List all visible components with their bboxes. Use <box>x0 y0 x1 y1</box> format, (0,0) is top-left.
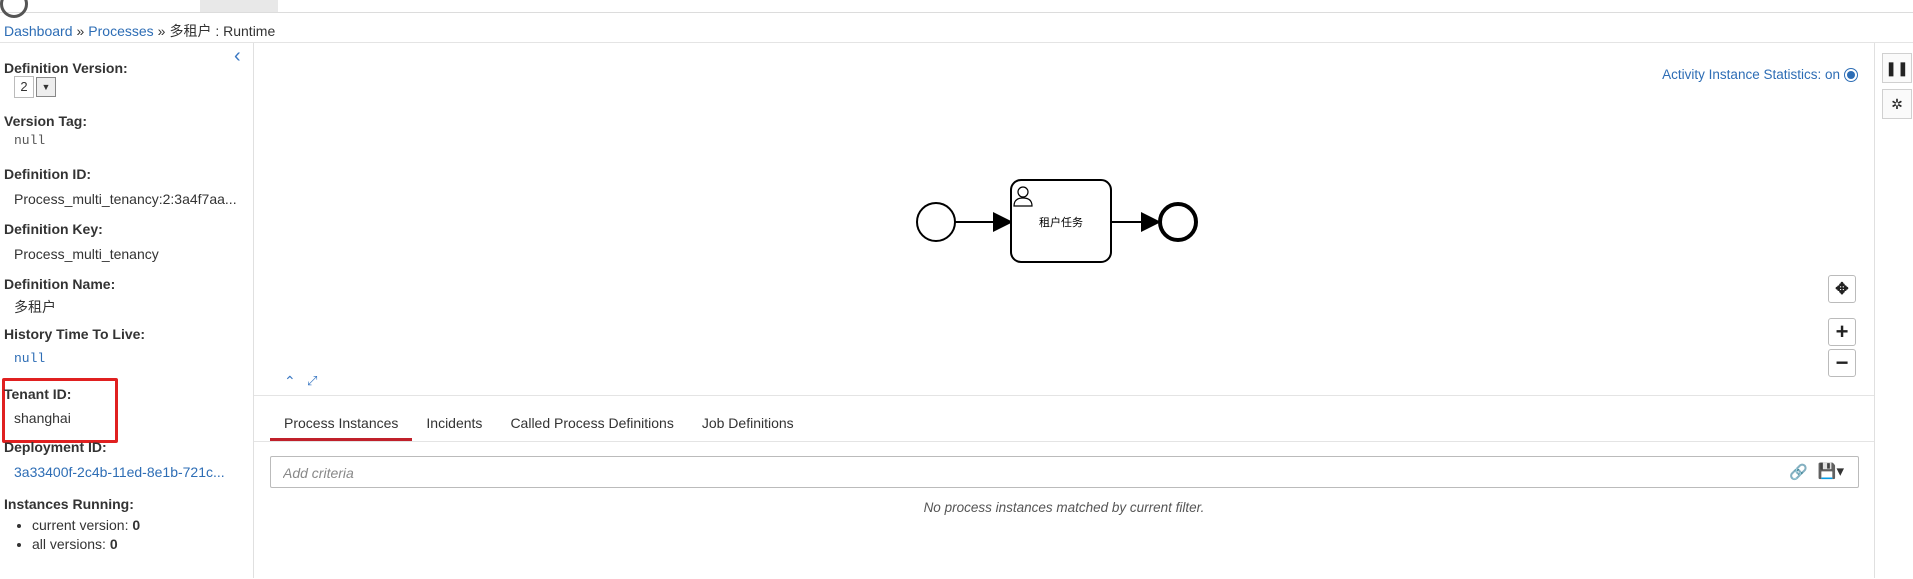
tabs-divider <box>254 441 1874 442</box>
version-tag-value: null <box>14 133 46 148</box>
zoom-out-button[interactable]: − <box>1828 349 1856 377</box>
breadcrumb-dashboard-link[interactable]: Dashboard <box>4 23 73 39</box>
breadcrumb: Dashboard» Processes» 多租户 : Runtime <box>4 21 275 41</box>
zoom-in-button[interactable]: + <box>1828 318 1856 346</box>
version-tag-label: Version Tag: <box>4 113 87 129</box>
deployment-id-link[interactable]: 3a33400f-2c4b-11ed-8e1b-721c... <box>14 464 225 480</box>
user-task-label: 租户任务 <box>1039 215 1083 229</box>
pause-icon[interactable]: ❚❚ <box>1882 53 1912 83</box>
chevron-up-icon[interactable]: ⌃ <box>284 373 296 390</box>
all-versions-label: all versions: <box>32 536 106 552</box>
tab-bar: Process Instances Incidents Called Proce… <box>270 408 808 441</box>
gear-icon[interactable]: ✲ <box>1882 89 1912 119</box>
definition-id-value: Process_multi_tenancy:2:3a4f7aa... <box>14 191 237 207</box>
reset-zoom-icon[interactable]: ✥ <box>1828 275 1856 303</box>
tenant-id-value: shanghai <box>14 410 71 426</box>
definition-version-label: Definition Version: <box>4 60 128 76</box>
tenant-id-label: Tenant ID: <box>4 386 72 402</box>
top-navbar <box>0 0 1913 18</box>
right-toolbar: ❚❚ ✲ <box>1874 43 1913 578</box>
tabs-panel: Process Instances Incidents Called Proce… <box>254 395 1874 579</box>
dropdown-caret-icon[interactable]: ▼ <box>36 77 56 97</box>
search-criteria-box[interactable]: 🔗 💾▾ <box>270 456 1859 489</box>
breadcrumb-processes-link[interactable]: Processes <box>88 23 153 39</box>
breadcrumb-separator: » <box>76 23 85 39</box>
collapse-sidebar-icon[interactable]: ‹ <box>234 45 241 68</box>
definition-version-value: 2 <box>14 76 34 98</box>
tab-incidents[interactable]: Incidents <box>412 408 496 438</box>
definition-id-label: Definition ID: <box>4 166 92 182</box>
definition-name-value: 多租户 <box>14 299 56 315</box>
tab-job-definitions[interactable]: Job Definitions <box>688 408 808 438</box>
list-item: current version: 0 <box>32 517 140 533</box>
save-dropdown-icon[interactable]: 💾▾ <box>1818 462 1844 480</box>
link-icon[interactable]: 🔗 <box>1789 463 1808 481</box>
all-versions-count: 0 <box>109 536 118 552</box>
instances-running-list: current version: 0 all versions: 0 <box>14 517 140 555</box>
definition-version-select[interactable]: 2 ▼ <box>14 76 56 98</box>
history-ttl-label: History Time To Live: <box>4 326 146 342</box>
logo-icon <box>0 0 28 18</box>
current-version-label: current version: <box>32 517 129 533</box>
list-item: all versions: 0 <box>32 536 140 552</box>
tab-called-process-definitions[interactable]: Called Process Definitions <box>496 408 687 438</box>
start-event[interactable] <box>916 202 956 242</box>
current-version-count: 0 <box>132 517 141 533</box>
breadcrumb-separator: » <box>157 23 166 39</box>
definition-name-label: Definition Name: <box>4 276 116 292</box>
no-results-message: No process instances matched by current … <box>923 500 1205 515</box>
definition-details-sidebar: ‹ Definition Version: 2 ▼ Version Tag: n… <box>0 43 254 578</box>
fullscreen-expand-icon[interactable]: ⤢ <box>307 373 317 389</box>
tab-process-instances[interactable]: Process Instances <box>270 408 413 441</box>
bpmn-diagram-canvas[interactable]: Activity Instance Statistics: on 租户任务 ✥ … <box>254 43 1874 395</box>
navbar-tab[interactable] <box>200 0 278 12</box>
bpmn-diagram: 租户任务 <box>916 179 1198 263</box>
breadcrumb-current: 多租户 : Runtime <box>169 23 276 39</box>
definition-key-label: Definition Key: <box>4 221 103 237</box>
add-criteria-input[interactable] <box>281 457 1685 489</box>
deployment-id-label: Deployment ID: <box>4 439 107 455</box>
instances-running-label: Instances Running: <box>4 496 134 512</box>
end-event[interactable] <box>1158 202 1198 242</box>
definition-key-value: Process_multi_tenancy <box>14 246 159 262</box>
history-ttl-value[interactable]: null <box>14 351 45 366</box>
